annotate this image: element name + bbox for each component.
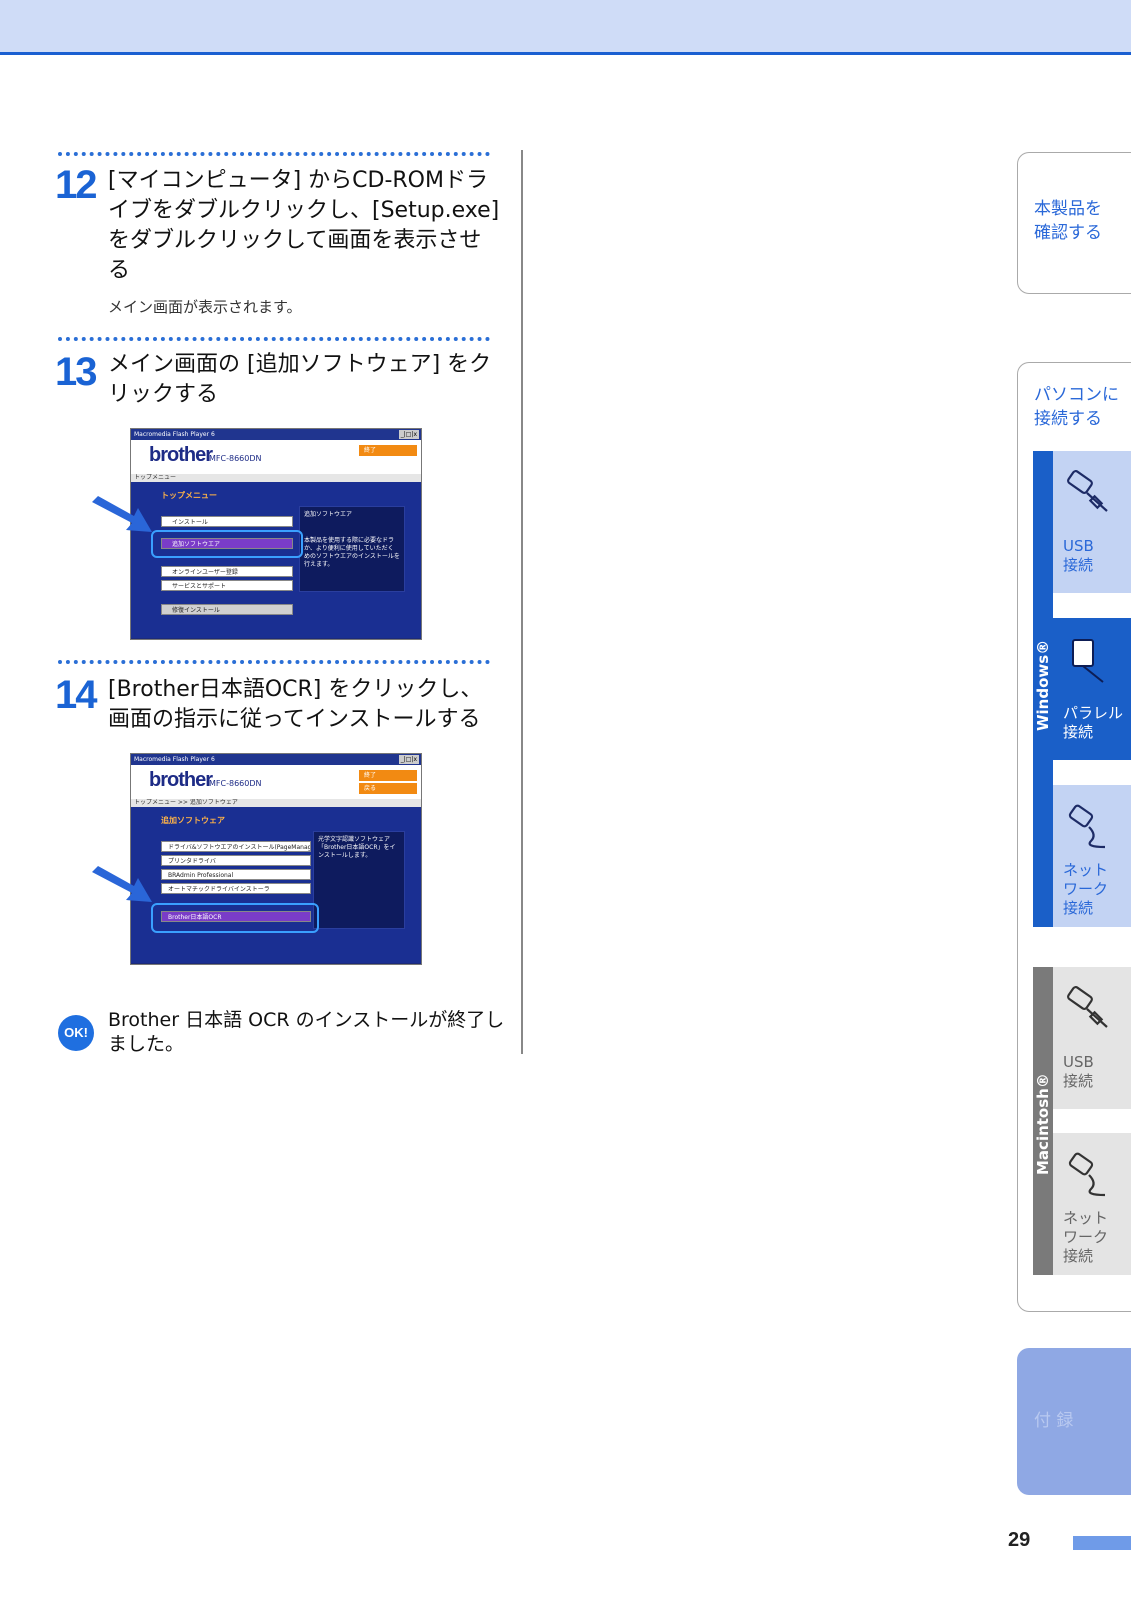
sidebar-item-win-usb[interactable]: USB 接続 <box>1053 451 1131 593</box>
window-title: Macromedia Flash Player 6 <box>134 756 215 763</box>
sidebar-item-label: ネット ワーク 接続 <box>1063 861 1109 917</box>
top-header-band <box>0 0 1131 55</box>
sidebar-item-label: ネット ワーク 接続 <box>1063 1209 1109 1265</box>
panel-text: 本製品を使用する際に必要なドラ か、より便利に使用していただく めのソフトウエア… <box>304 537 400 568</box>
window-titlebar: Macromedia Flash Player 6 _|□|x <box>131 429 421 440</box>
pointer-arrow-icon <box>92 496 152 532</box>
info-panel: 光学文字認識ソフトウェア「Brother日本語OCR」をインストールします。 <box>313 831 405 929</box>
network-cable-icon <box>1068 1152 1106 1197</box>
sidebar-item-label: USB 接続 <box>1063 537 1094 574</box>
window-controls: _|□|x <box>398 755 419 764</box>
breadcrumb: トップメニュー >> 追加ソフトウェア <box>131 799 421 807</box>
menu-item: ドライバ&ソフトウエアのインストール(PageManager 以外) <box>161 841 311 852</box>
usb-cable-icon <box>1067 986 1108 1028</box>
menu-item: プリンタドライバ <box>161 855 311 866</box>
step-instruction: [マイコンピュータ] からCD-ROMドライブをダブルクリックし、[Setup.… <box>108 168 500 283</box>
step-divider <box>58 660 490 664</box>
sidebar-tab-appendix[interactable]: 付 録 <box>1017 1348 1131 1495</box>
exit-button: 終了 <box>359 770 417 781</box>
ok-icon: OK! <box>58 1015 94 1051</box>
breadcrumb: トップメニュー <box>131 474 421 482</box>
sidebar-item-win-parallel[interactable]: パラレル 接続 <box>1053 618 1131 760</box>
exit-button: 終了 <box>359 445 417 456</box>
page-number-bar <box>1073 1536 1131 1550</box>
step-note: メイン画面が表示されます。 <box>108 298 302 316</box>
brand-logo: brother <box>149 444 213 466</box>
menu-item: サービスとサポート <box>161 580 293 591</box>
step-divider <box>58 337 490 341</box>
page-number: 29 <box>1008 1529 1031 1551</box>
model-name: MFC-8660DN <box>209 454 262 463</box>
ok-message: Brother 日本語 OCR のインストールが終了しました。 <box>108 1009 505 1055</box>
menu-body: トップメニュー インストール 追加ソフトウエア オンラインユーザー登録 サービス… <box>131 482 421 638</box>
menu-item: BRAdmin Professional <box>161 869 311 880</box>
section-title: 追加ソフトウェア <box>161 816 225 825</box>
pointer-arrow-icon <box>92 866 152 902</box>
window-controls: _|□|x <box>398 430 419 439</box>
highlight-ring <box>151 530 303 558</box>
step-instruction: [Brother日本語OCR] をクリックし、画面の指示に従ってインストールする <box>108 677 483 732</box>
highlight-ring <box>151 903 319 933</box>
sidebar-item-win-network[interactable]: ネット ワーク 接続 <box>1053 785 1131 927</box>
step-number: 14 <box>55 673 97 717</box>
menu-item: インストール <box>161 516 293 527</box>
model-name: MFC-8660DN <box>209 779 262 788</box>
screenshot-additional-software: Macromedia Flash Player 6 _|□|x brother … <box>130 753 422 965</box>
sidebar-item-mac-usb[interactable]: USB 接続 <box>1053 967 1131 1109</box>
windows-label: Windows® <box>1034 639 1052 731</box>
sidebar-tab-label: 付 録 <box>1034 1411 1074 1431</box>
window-title: Macromedia Flash Player 6 <box>134 431 215 438</box>
step-divider <box>58 152 490 156</box>
menu-item: オートマチックドライバインストーラ <box>161 883 311 894</box>
step-number: 12 <box>55 163 97 207</box>
info-panel: 追加ソフトウエア 本製品を使用する際に必要なドラ か、より便利に使用していただく… <box>299 506 405 592</box>
sidebar-tab-check-product[interactable]: 本製品を 確認する <box>1017 152 1131 294</box>
macintosh-label: Macintosh® <box>1034 1073 1052 1175</box>
back-button: 戻る <box>359 783 417 794</box>
sidebar-item-label: パラレル 接続 <box>1063 704 1124 741</box>
panel-title: 追加ソフトウエア <box>304 511 353 518</box>
section-title: トップメニュー <box>161 491 217 500</box>
window-titlebar: Macromedia Flash Player 6 _|□|x <box>131 754 421 765</box>
menu-item: 修復インストール <box>161 604 293 615</box>
network-cable-icon <box>1068 804 1106 849</box>
parallel-cable-icon <box>1072 639 1104 683</box>
app-header: brother MFC-8660DN 終了 戻る <box>131 765 421 799</box>
sidebar-item-mac-network[interactable]: ネット ワーク 接続 <box>1053 1133 1131 1275</box>
sidebar-item-label: USB 接続 <box>1063 1053 1094 1090</box>
sidebar-tab-label: パソコンに 接続する <box>1034 385 1119 429</box>
menu-item: オンラインユーザー登録 <box>161 566 293 577</box>
screenshot-main-menu: Macromedia Flash Player 6 _|□|x brother … <box>130 428 422 640</box>
sidebar-tab-label: 本製品を 確認する <box>1034 199 1102 243</box>
brand-logo: brother <box>149 769 213 791</box>
step-number: 13 <box>55 350 97 394</box>
step-instruction: メイン画面の [追加ソフトウェア] をクリックする <box>108 352 492 407</box>
column-divider <box>521 150 523 1054</box>
menu-body: 追加ソフトウェア ドライバ&ソフトウエアのインストール(PageManager … <box>131 807 421 963</box>
app-header: brother MFC-8660DN 終了 <box>131 440 421 474</box>
usb-cable-icon <box>1067 470 1108 512</box>
